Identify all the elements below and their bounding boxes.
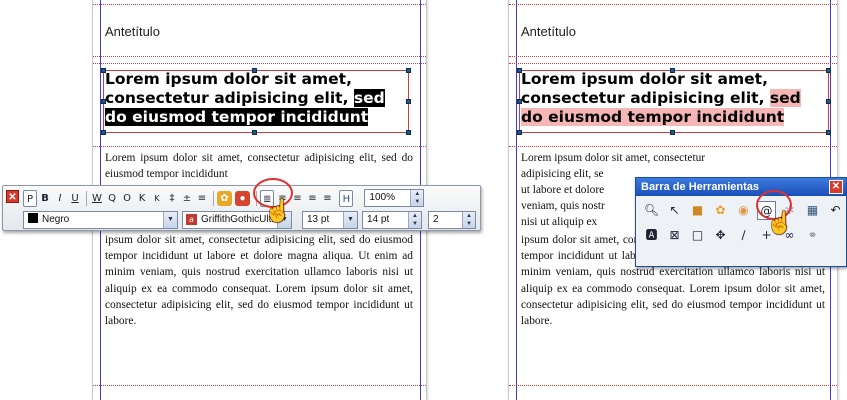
grid-icon[interactable]: ▦ — [803, 201, 822, 220]
body-text[interactable]: veniam, quis nostr — [521, 198, 633, 214]
hand-cursor-icon: ☝ — [766, 210, 794, 235]
body-text[interactable]: nisi ut aliquip ex — [521, 214, 633, 230]
leading-value: 14 pt — [367, 213, 390, 225]
zoom-value: 100% — [369, 192, 395, 203]
char-style-icon[interactable]: ✿ — [217, 190, 232, 206]
selected-text: sed — [353, 89, 385, 107]
outline-button[interactable]: O — [120, 190, 134, 207]
selected-text: do eiusmod tempor incididunt — [105, 108, 369, 126]
spinner-arrows-icon[interactable]: ▲ ▼ — [410, 190, 424, 206]
guide-line — [93, 146, 426, 147]
superscript-button[interactable]: ‡ — [165, 190, 179, 207]
headline-line: Lorem ipsum dolor sit amet, — [105, 70, 352, 88]
guide-line — [93, 4, 426, 5]
move-icon[interactable]: ✥ — [711, 226, 730, 245]
body-text[interactable]: ipsum dolor sit amet, consectetur adipis… — [105, 232, 413, 382]
columns-value: 2 — [433, 213, 439, 225]
separator — [86, 190, 87, 206]
select-icon[interactable]: ↖ — [665, 201, 684, 220]
strike-button[interactable]: Q — [105, 190, 119, 207]
caps-button[interactable]: K — [135, 190, 149, 207]
zoom-field[interactable]: 100% ▲ ▼ — [364, 189, 425, 207]
guide-line — [93, 385, 426, 386]
guide-line — [509, 385, 837, 386]
resize-handle[interactable] — [406, 68, 411, 73]
color-dropdown[interactable]: Negro ▼ — [23, 210, 178, 229]
text-box-icon[interactable]: 🅰︎ — [642, 226, 661, 245]
color-icon[interactable]: ◉ — [734, 201, 753, 220]
image-box-icon[interactable]: ⊠ — [665, 226, 684, 245]
color-swatch-icon — [28, 212, 38, 223]
separator — [213, 190, 214, 206]
headline-line: Lorem ipsum dolor sit amet, — [521, 70, 768, 88]
italic-button[interactable]: I — [53, 190, 67, 207]
toolbar-row-font: Negro ▼ a GriffithGothicUltr ▼ 13 pt ▼ 1… — [23, 210, 476, 229]
line-icon[interactable]: ∕ — [734, 226, 753, 245]
spinner-arrows-icon[interactable]: ▲ ▼ — [408, 211, 421, 228]
resize-handle[interactable] — [670, 130, 675, 135]
align-force-button[interactable]: ≡ — [320, 190, 334, 207]
hand-cursor-icon: ☝ — [264, 198, 292, 223]
zoom-icon[interactable]: 🔍︎ — [642, 201, 661, 220]
align-justify-button[interactable]: ≡ — [305, 190, 319, 207]
group-icon[interactable]: ✿ — [711, 201, 730, 220]
font-size-dropdown[interactable]: 13 pt ▼ — [302, 210, 358, 229]
panel-title[interactable]: Barra de Herramientas — [636, 178, 846, 196]
guide-line — [509, 56, 837, 57]
close-icon[interactable]: ✕ — [6, 190, 19, 203]
selected-text: sed — [769, 89, 801, 107]
color-name: Negro — [42, 213, 70, 225]
hyphenation-button[interactable]: H — [339, 189, 354, 207]
resize-handle[interactable] — [252, 130, 257, 135]
antetitulo-text[interactable]: Antetítulo — [521, 24, 576, 39]
resize-handle[interactable] — [826, 130, 831, 135]
body-text[interactable]: Lorem ipsum dolor sit amet, consectetur — [521, 150, 825, 166]
guide-line — [93, 56, 426, 57]
text-format-toolbar: ✕ P B I U W Q O K K ‡ ± ≡ ✿ ● ≣ ≡ ≡ ≡ ≡ … — [2, 185, 481, 231]
headline-text[interactable]: Lorem ipsum dolor sit amet, consectetur … — [105, 70, 405, 127]
close-icon[interactable]: ✕ — [829, 180, 843, 194]
columns-field[interactable]: 2 ▲ ▼ — [428, 210, 476, 229]
broken-chain-icon[interactable]: ⚭ — [803, 226, 822, 245]
lock-icon[interactable]: ■ — [688, 201, 707, 220]
guide-line — [93, 63, 426, 64]
chevron-down-icon[interactable]: ▼ — [163, 211, 177, 228]
headline-line: consectetur adipisicing elit, — [521, 89, 770, 107]
toolbar-row-style: P B I U W Q O K K ‡ ± ≡ ✿ ● ≣ ≡ ≡ ≡ ≡ H … — [23, 189, 425, 207]
small-caps-button[interactable]: K — [150, 190, 164, 207]
subscript-button[interactable]: ± — [180, 190, 194, 207]
guide-line — [509, 4, 837, 5]
left-margin-guide — [516, 0, 517, 400]
headline-line: consectetur adipisicing elit, — [105, 89, 354, 107]
guide-line — [509, 146, 837, 147]
antetitulo-text[interactable]: Antetítulo — [105, 24, 160, 39]
resize-handle[interactable] — [101, 130, 106, 135]
resize-handle[interactable] — [517, 130, 522, 135]
spinner-arrows-icon[interactable]: ▲ ▼ — [462, 211, 475, 228]
superior-button[interactable]: ≡ — [195, 190, 209, 207]
resize-handle[interactable] — [406, 99, 411, 104]
chevron-down-icon[interactable]: ▼ — [343, 211, 357, 228]
font-size-value: 13 pt — [307, 213, 330, 225]
plain-button[interactable]: P — [23, 189, 37, 207]
body-text[interactable]: adipisicing elit, se — [521, 166, 633, 182]
body-text[interactable]: Lorem ipsum dolor sit amet, consectetur … — [105, 150, 413, 183]
tools-panel: Barra de Herramientas ✕ 🔍︎ ↖ ■ ✿ ◉ @ ✲ ▦… — [635, 177, 847, 267]
tools-row: 🔍︎ ↖ ■ ✿ ◉ @ ✲ ▦ ↶ — [642, 201, 847, 220]
bold-button[interactable]: B — [38, 190, 52, 207]
undo-icon[interactable]: ↶ — [826, 201, 845, 220]
font-type-icon: a — [186, 213, 197, 225]
tools-row: 🅰︎ ⊠ □ ✥ ∕ + ∞ ⚭ — [642, 226, 826, 245]
selected-text: do eiusmod tempor incididunt — [521, 108, 785, 126]
rectangle-icon[interactable]: □ — [688, 226, 707, 245]
body-text[interactable]: ut labore et dolore — [521, 182, 633, 198]
shadow-style-icon[interactable]: ● — [235, 190, 250, 206]
leading-field[interactable]: 14 pt ▲ ▼ — [362, 210, 422, 229]
resize-handle[interactable] — [406, 130, 411, 135]
underline-button[interactable]: U — [68, 190, 82, 207]
headline-text[interactable]: Lorem ipsum dolor sit amet, consectetur … — [521, 70, 827, 127]
guide-line — [509, 63, 837, 64]
word-underline-button[interactable]: W — [90, 190, 104, 207]
